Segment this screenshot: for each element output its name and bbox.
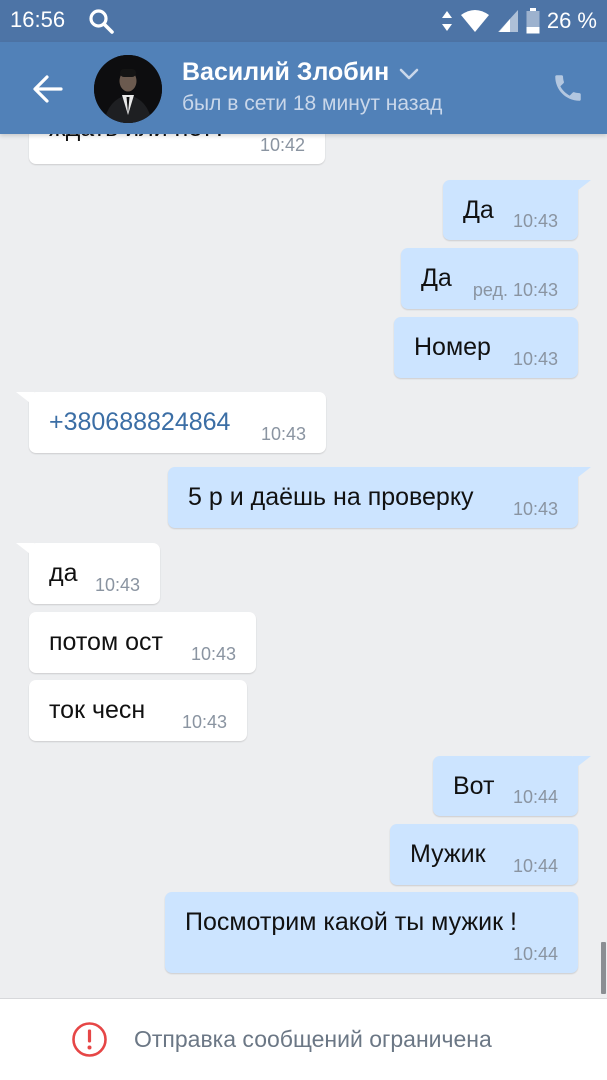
- contact-name[interactable]: Василий Злобин: [182, 58, 389, 87]
- status-time: 16:56: [10, 7, 66, 32]
- chevron-down-icon[interactable]: [398, 66, 420, 82]
- back-arrow-icon[interactable]: [28, 70, 66, 108]
- status-icons: 26 %: [441, 6, 597, 36]
- message-time: 10:43: [260, 424, 306, 444]
- message-bubble-outgoing[interactable]: Да ред. 10:43: [401, 248, 578, 309]
- message-time: 10:43: [190, 644, 236, 664]
- wifi-icon: [460, 10, 489, 32]
- message-time: 10:43: [181, 712, 227, 732]
- message-meta: ред. 10:43: [473, 280, 558, 301]
- bubble-tail: [573, 756, 591, 770]
- message-time: 10:44: [512, 856, 558, 876]
- message-time: 10:44: [512, 944, 558, 964]
- message-bubble-outgoing[interactable]: Да 10:43: [443, 180, 591, 240]
- battery-icon: [526, 8, 540, 34]
- edited-label: ред.: [472, 280, 508, 300]
- signal-icon: [497, 10, 518, 32]
- data-arrows-icon: [441, 11, 452, 31]
- message-text: Вот: [453, 772, 495, 800]
- message-time: 10:44: [512, 787, 558, 807]
- phone-number-link[interactable]: +380688824864: [49, 408, 230, 437]
- message-bubble-incoming[interactable]: +380688824864 10:43: [16, 392, 326, 453]
- bubble-tail: [573, 467, 591, 481]
- message-time: 10:43: [512, 499, 558, 519]
- chat-header: Василий Злобин был в сети 18 минут назад: [0, 42, 607, 134]
- message-time: 10:43: [512, 211, 558, 231]
- message-bubble-outgoing[interactable]: Вот 10:44: [433, 756, 591, 816]
- message-list[interactable]: ждать или нет? 10:42 Да 10:43 Да ред.10:…: [0, 134, 607, 998]
- battery-percent: 26 %: [546, 8, 597, 33]
- scrollbar-thumb[interactable]: [601, 942, 606, 994]
- avatar-image: [94, 55, 162, 123]
- message-text: потом ост: [49, 628, 163, 656]
- message-text: 5 р и даёшь на проверку: [188, 483, 474, 511]
- message-text: ток чесн: [49, 696, 146, 724]
- message-text: Да: [463, 196, 494, 224]
- message-text: Да: [421, 264, 452, 292]
- message-bubble-outgoing[interactable]: 5 р и даёшь на проверку 10:43: [168, 467, 591, 528]
- message-bubble-outgoing[interactable]: Посмотрим какой ты мужик ! 10:44: [165, 892, 578, 973]
- bubble-tail: [16, 392, 34, 406]
- alert-circle-icon: [72, 1022, 107, 1057]
- message-text: Посмотрим какой ты мужик !: [185, 908, 517, 936]
- message-time: 10:42: [259, 135, 305, 155]
- bubble-tail: [573, 180, 591, 194]
- contact-status: был в сети 18 минут назад: [182, 92, 443, 115]
- status-bar: 16:56 26 %: [0, 0, 607, 42]
- message-bubble-outgoing[interactable]: Мужик 10:44: [390, 824, 578, 885]
- composer-restricted-notice: Отправка сообщений ограничена: [0, 998, 607, 1080]
- bubble-tail: [16, 543, 34, 557]
- message-text: Мужик: [410, 840, 486, 868]
- message-text: Номер: [414, 333, 491, 361]
- search-icon: [89, 9, 114, 34]
- message-time: 10:43: [512, 349, 558, 369]
- message-time: 10:43: [94, 575, 140, 595]
- message-bubble-incoming[interactable]: потом ост 10:43: [29, 612, 256, 673]
- message-time: 10:43: [512, 280, 558, 300]
- phone-icon[interactable]: [551, 71, 585, 105]
- message-bubble-incoming[interactable]: ток чесн 10:43: [29, 680, 247, 741]
- message-text: ждать или нет?: [49, 134, 227, 143]
- restriction-message: Отправка сообщений ограничена: [134, 1026, 492, 1052]
- message-bubble-incoming[interactable]: да 10:43: [16, 543, 160, 604]
- message-bubble-incoming[interactable]: ждать или нет? 10:42: [29, 134, 325, 164]
- message-text: да: [49, 559, 78, 587]
- avatar[interactable]: [94, 55, 162, 123]
- message-bubble-outgoing[interactable]: Номер 10:43: [394, 317, 578, 378]
